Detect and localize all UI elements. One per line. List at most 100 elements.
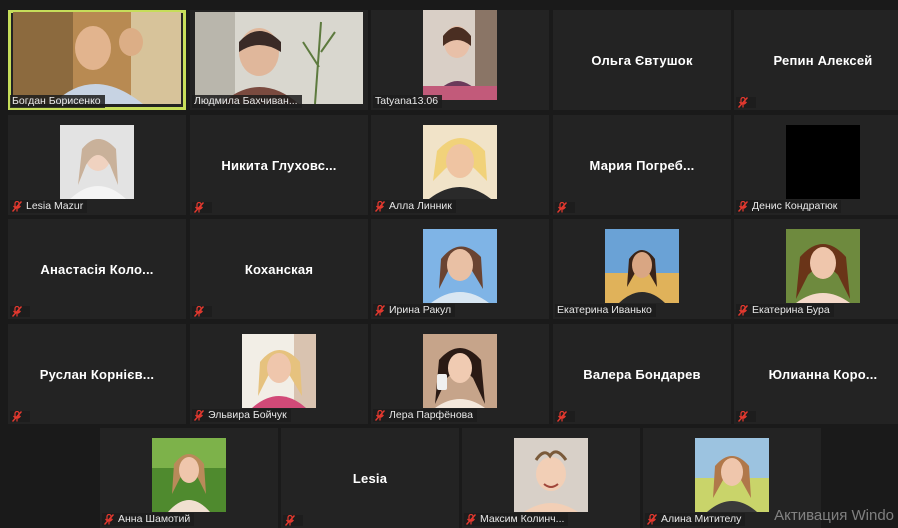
participant-tile[interactable]: Екатерина Бура xyxy=(734,219,898,319)
participant-name: Никита Глуховс... xyxy=(221,157,337,173)
participant-name-label xyxy=(736,411,756,422)
participant-name: Лера Парфёнова xyxy=(389,409,473,421)
participant-name-label xyxy=(736,97,756,108)
mic-muted-icon xyxy=(466,514,476,525)
participant-name: Ирина Ракул xyxy=(389,304,452,316)
participant-name: Lesia Mazur xyxy=(26,200,84,212)
participant-tile[interactable]: Эльвира Бойчук xyxy=(190,324,368,424)
mic-muted-icon xyxy=(557,411,567,422)
participant-tile[interactable]: Валера Бондарев xyxy=(553,324,731,424)
mic-muted-icon xyxy=(375,201,385,212)
participant-video xyxy=(60,125,134,199)
participant-name: Анна Шамотий xyxy=(118,513,191,525)
mic-muted-icon xyxy=(12,411,22,422)
participant-tile[interactable]: Репин Алексей xyxy=(734,10,898,110)
participant-name: Lesia xyxy=(352,470,388,486)
participant-name-label: Lesia Mazur xyxy=(10,200,88,213)
participant-tile[interactable]: Мария Погреб... xyxy=(553,115,731,215)
participant-name-label xyxy=(192,306,212,317)
participant-name: Екатерина Бура xyxy=(752,304,830,316)
participant-tile[interactable]: Ольга Євтушок xyxy=(553,10,731,110)
participant-name: Валера Бондарев xyxy=(583,366,701,382)
gallery-view: Богдан Борисенко Людмила Бахчиван... Tat… xyxy=(0,0,898,528)
participant-name: Людмила Бахчиван... xyxy=(194,95,298,107)
participant-name-label: Ирина Ракул xyxy=(373,304,456,317)
participant-tile[interactable]: Денис Кондратюк xyxy=(734,115,898,215)
participant-video xyxy=(13,12,181,104)
participant-tile[interactable]: Анастасія Коло... xyxy=(8,219,186,319)
mic-muted-icon xyxy=(738,97,748,108)
mic-muted-icon xyxy=(12,201,22,212)
participant-name-label xyxy=(283,515,303,526)
participant-tile[interactable]: Ирина Ракул xyxy=(371,219,549,319)
participant-name-label: Максим Колинч... xyxy=(464,513,569,526)
participant-tile[interactable]: Максим Колинч... xyxy=(462,428,640,528)
participant-name-label xyxy=(10,411,30,422)
participant-name-label xyxy=(192,202,212,213)
participant-name-label xyxy=(10,306,30,317)
participant-name: Денис Кондратюк xyxy=(752,200,838,212)
participant-name-label xyxy=(555,411,575,422)
participant-tile[interactable]: Lesia Mazur xyxy=(8,115,186,215)
participant-name-label: Денис Кондратюк xyxy=(736,200,842,213)
mic-muted-icon xyxy=(194,202,204,213)
mic-muted-icon xyxy=(557,202,567,213)
participant-video xyxy=(242,334,316,408)
mic-muted-icon xyxy=(738,411,748,422)
participant-name: Юлианна Коро... xyxy=(768,366,878,382)
participant-tile[interactable]: Екатерина Иванько xyxy=(553,219,731,319)
participant-name-label xyxy=(555,202,575,213)
participant-video xyxy=(423,229,497,303)
participant-tile[interactable]: Людмила Бахчиван... xyxy=(190,10,368,110)
participant-name-label: Екатерина Бура xyxy=(736,304,834,317)
participant-name-label: Людмила Бахчиван... xyxy=(192,95,302,108)
mic-muted-icon xyxy=(738,305,748,316)
participant-video xyxy=(695,438,769,512)
mic-muted-icon xyxy=(104,514,114,525)
participant-name: Богдан Борисенко xyxy=(12,95,101,107)
participant-tile[interactable]: Лера Парфёнова xyxy=(371,324,549,424)
participant-name-label: Анна Шамотий xyxy=(102,513,195,526)
participant-video xyxy=(786,229,860,303)
participant-video xyxy=(195,12,363,104)
participant-tile[interactable]: Богдан Борисенко xyxy=(8,10,186,110)
participant-name: Ольга Євтушок xyxy=(591,52,693,68)
participant-name-label: Tatyana13.06 xyxy=(373,95,443,108)
participant-name: Эльвира Бойчук xyxy=(208,409,287,421)
participant-tile[interactable]: Алла Линник xyxy=(371,115,549,215)
participant-name: Алла Линник xyxy=(389,200,452,212)
mic-muted-icon xyxy=(194,410,204,421)
participant-tile[interactable]: Lesia xyxy=(281,428,459,528)
participant-video xyxy=(423,10,497,100)
mic-muted-icon xyxy=(12,306,22,317)
participant-video xyxy=(423,334,497,408)
participant-name-label: Алина Митителу xyxy=(645,513,746,526)
participant-video xyxy=(152,438,226,512)
participant-name: Анастасія Коло... xyxy=(40,261,154,277)
participant-name-label: Алла Линник xyxy=(373,200,456,213)
participant-video xyxy=(423,125,497,199)
participant-tile[interactable]: Никита Глуховс... xyxy=(190,115,368,215)
participant-name: Екатерина Иванько xyxy=(557,304,652,316)
participant-name: Tatyana13.06 xyxy=(375,95,439,107)
participant-tile[interactable]: Юлианна Коро... xyxy=(734,324,898,424)
mic-muted-icon xyxy=(375,410,385,421)
mic-muted-icon xyxy=(285,515,295,526)
mic-muted-icon xyxy=(375,305,385,316)
participant-tile[interactable]: Tatyana13.06 xyxy=(371,10,549,110)
participant-tile[interactable]: Руслан Корнієв... xyxy=(8,324,186,424)
participant-name: Мария Погреб... xyxy=(589,157,695,173)
windows-activation-watermark: Активация Windo xyxy=(774,507,894,524)
participant-tile[interactable]: Анна Шамотий xyxy=(100,428,278,528)
participant-name-label: Лера Парфёнова xyxy=(373,409,477,422)
mic-muted-icon xyxy=(647,514,657,525)
participant-name: Алина Митителу xyxy=(661,513,742,525)
mic-muted-icon xyxy=(738,201,748,212)
participant-video xyxy=(605,229,679,303)
participant-name: Репин Алексей xyxy=(773,52,873,68)
mic-muted-icon xyxy=(194,306,204,317)
participant-name-label: Богдан Борисенко xyxy=(10,95,105,108)
participant-video xyxy=(786,125,860,199)
participant-tile[interactable]: Коханская xyxy=(190,219,368,319)
participant-name: Коханская xyxy=(244,261,314,277)
